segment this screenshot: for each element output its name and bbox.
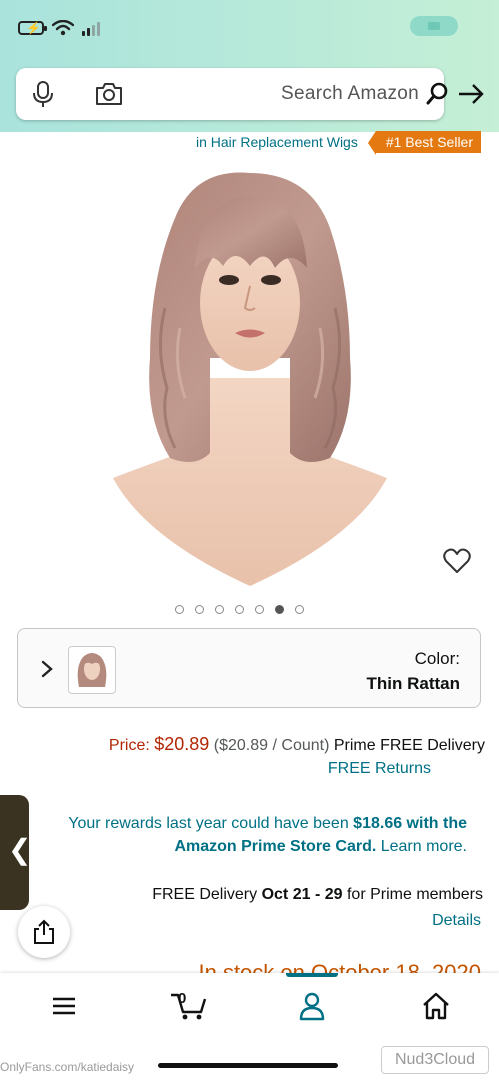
- status-bar: ⚡: [18, 16, 100, 40]
- app-header: ⚡ Search Amazon: [0, 0, 499, 132]
- home-indicator[interactable]: [158, 1063, 338, 1068]
- prime-delivery-note: Prime FREE Delivery: [333, 737, 485, 754]
- best-seller-category[interactable]: in Hair Replacement Wigs: [196, 134, 358, 150]
- color-value: Thin Rattan: [366, 674, 461, 693]
- watermark-right: Nud3Cloud: [381, 1046, 489, 1074]
- image-carousel-dots[interactable]: [175, 605, 304, 614]
- arrow-right-icon[interactable]: [457, 81, 485, 107]
- carousel-dot[interactable]: [195, 605, 204, 614]
- price-line: Price: $20.89 ($20.89 / Count) Prime FRE…: [109, 734, 485, 755]
- battery-charging-icon: ⚡: [18, 21, 47, 35]
- price-value: $20.89: [154, 734, 210, 754]
- carousel-dot[interactable]: [215, 605, 224, 614]
- carousel-dot[interactable]: [255, 605, 264, 614]
- product-image[interactable]: [105, 158, 395, 588]
- color-thumbnail[interactable]: [68, 646, 116, 694]
- rewards-prefix: Your rewards last year could have been: [68, 815, 349, 832]
- chevron-right-icon[interactable]: [40, 659, 54, 679]
- account-icon[interactable]: [296, 991, 328, 1021]
- heart-icon[interactable]: [443, 547, 471, 575]
- color-selector[interactable]: Color: Thin Rattan: [17, 628, 481, 708]
- best-seller-badge: #1 Best Seller: [367, 131, 482, 155]
- camera-icon[interactable]: [94, 80, 124, 108]
- cellular-signal-icon: [82, 20, 100, 36]
- status-pill: [410, 16, 458, 36]
- delivery-suffix: for Prime members: [346, 886, 483, 903]
- delivery-dates: Oct 21 - 29: [261, 886, 343, 903]
- carousel-dot-active[interactable]: [275, 605, 284, 614]
- price-label: Price:: [108, 737, 150, 754]
- share-button[interactable]: [18, 906, 70, 958]
- carousel-dot[interactable]: [175, 605, 184, 614]
- share-icon: [34, 919, 54, 944]
- side-panel-tab[interactable]: ❮: [0, 795, 31, 910]
- carousel-dot[interactable]: [235, 605, 244, 614]
- learn-more-link[interactable]: Learn more.: [381, 838, 467, 855]
- active-tab-indicator: [286, 973, 338, 977]
- best-seller-row[interactable]: in Hair Replacement Wigs #1 Best Seller: [196, 131, 482, 155]
- home-icon[interactable]: [420, 991, 452, 1021]
- delivery-info: FREE Delivery Oct 21 - 29 for Prime memb…: [152, 886, 483, 904]
- price-per-count: ($20.89 / Count): [213, 737, 330, 754]
- microphone-icon[interactable]: [30, 80, 56, 108]
- carousel-dot[interactable]: [295, 605, 304, 614]
- menu-icon[interactable]: [48, 991, 80, 1021]
- wifi-icon: [52, 20, 74, 36]
- free-returns-link[interactable]: FREE Returns: [328, 760, 431, 778]
- cart-icon[interactable]: [168, 991, 208, 1021]
- watermark-left: OnlyFans.com/katiedaisy: [0, 1060, 135, 1074]
- chevron-left-icon[interactable]: ❮: [8, 835, 31, 865]
- search-icon[interactable]: [426, 81, 450, 107]
- rewards-promo[interactable]: Your rewards last year could have been $…: [27, 812, 467, 858]
- delivery-prefix: FREE Delivery: [152, 886, 258, 903]
- color-label: Color:: [414, 649, 460, 668]
- delivery-details-link[interactable]: Details: [432, 912, 481, 930]
- search-input[interactable]: Search Amazon: [281, 83, 419, 105]
- search-bar[interactable]: Search Amazon: [16, 68, 448, 120]
